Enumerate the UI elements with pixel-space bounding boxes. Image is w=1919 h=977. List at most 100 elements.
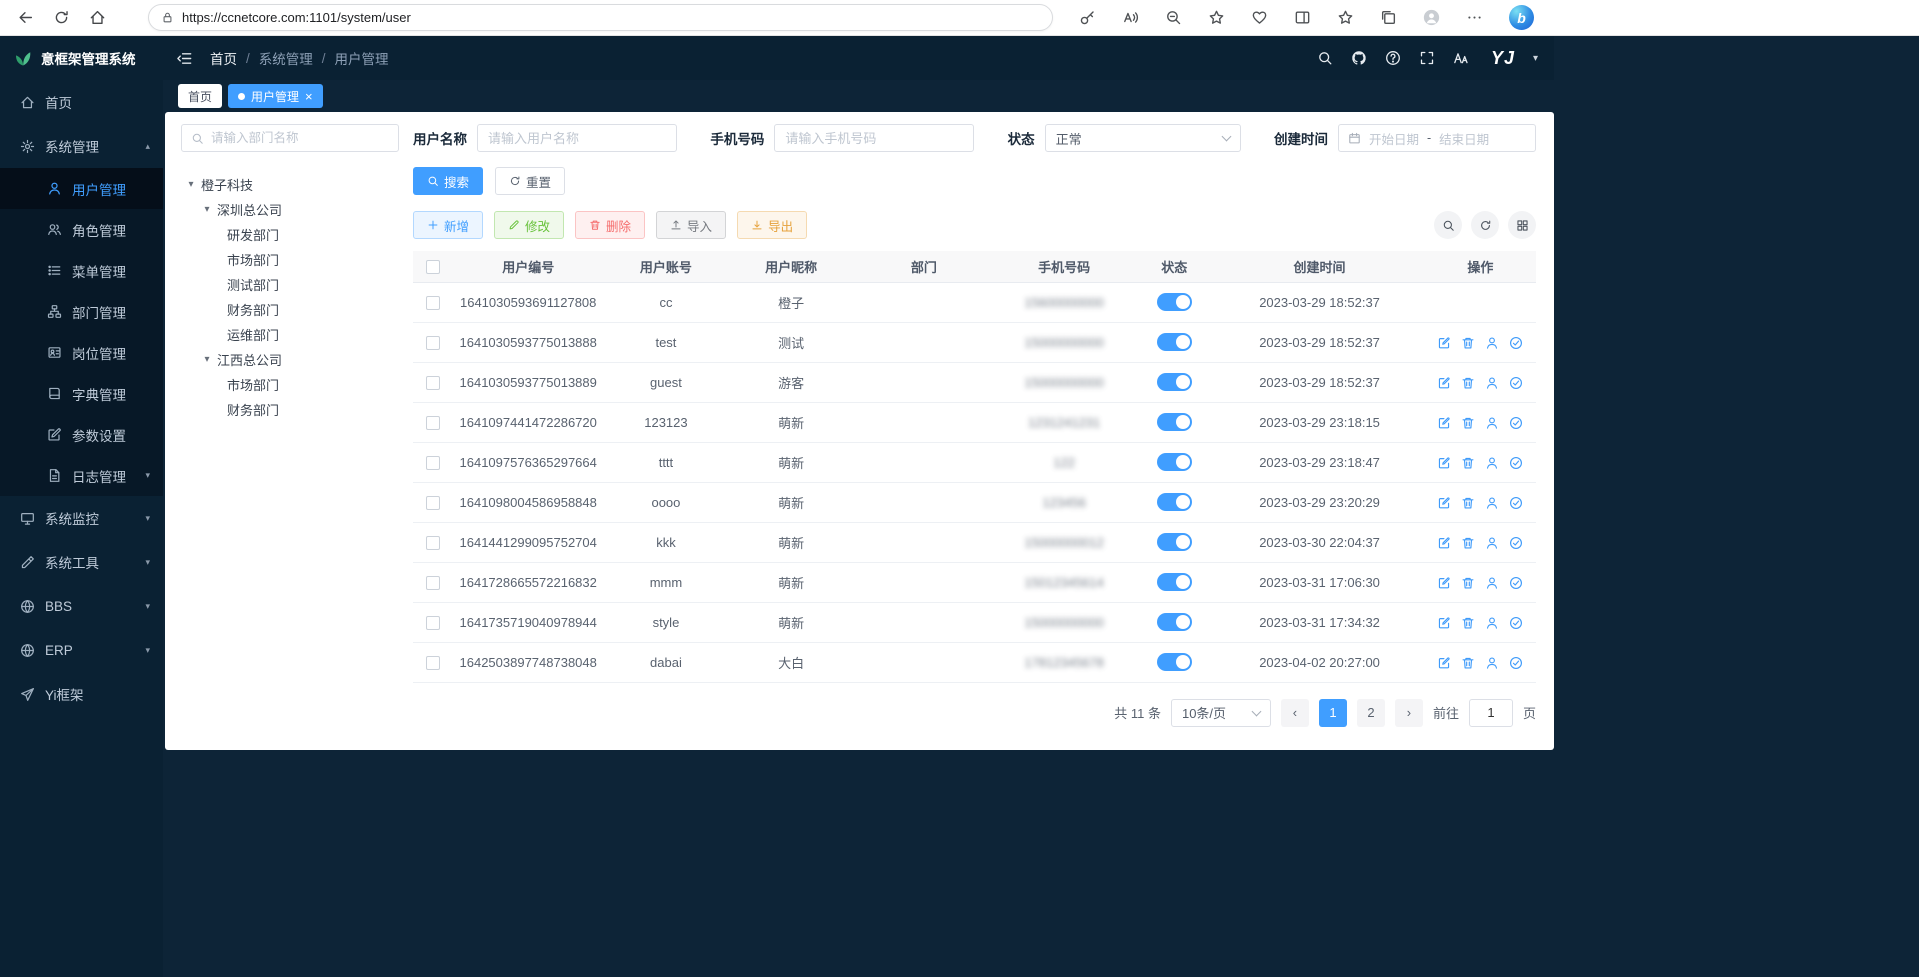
row-checkbox[interactable]: [426, 376, 440, 390]
assign-role-icon[interactable]: [1509, 616, 1523, 630]
table-row[interactable]: 1641097441472286720123123萌新1231241231202…: [413, 402, 1536, 442]
sidebar-item-erp[interactable]: ERP▾: [0, 628, 163, 672]
delete-button[interactable]: 删除: [575, 211, 645, 239]
phone-input[interactable]: [774, 124, 974, 152]
search-button[interactable]: 搜索: [413, 167, 483, 195]
tree-node[interactable]: 财务部门: [181, 297, 399, 322]
status-toggle[interactable]: [1157, 653, 1192, 671]
goto-page-input[interactable]: [1469, 699, 1513, 727]
sidebar-item-dept[interactable]: 部门管理: [0, 291, 163, 332]
back-button[interactable]: [10, 3, 40, 33]
assign-role-icon[interactable]: [1509, 576, 1523, 590]
address-bar[interactable]: https://ccnetcore.com:1101/system/user: [148, 4, 1053, 31]
sidebar-item-log[interactable]: 日志管理▾: [0, 455, 163, 496]
status-toggle[interactable]: [1157, 413, 1192, 431]
edit-icon[interactable]: [1437, 656, 1451, 670]
reset-password-icon[interactable]: [1485, 456, 1499, 470]
status-toggle[interactable]: [1157, 293, 1192, 311]
sidebar-item-post[interactable]: 岗位管理: [0, 332, 163, 373]
refresh-table-button[interactable]: [1471, 211, 1499, 239]
delete-icon[interactable]: [1461, 576, 1475, 590]
github-icon[interactable]: [1351, 50, 1367, 66]
collections-icon[interactable]: [1380, 9, 1397, 26]
next-page-button[interactable]: ›: [1395, 699, 1423, 727]
profile-avatar[interactable]: [1423, 9, 1440, 26]
prev-page-button[interactable]: ‹: [1281, 699, 1309, 727]
row-checkbox[interactable]: [426, 336, 440, 350]
assign-role-icon[interactable]: [1509, 416, 1523, 430]
assign-role-icon[interactable]: [1509, 496, 1523, 510]
fullscreen-icon[interactable]: [1419, 50, 1435, 66]
delete-icon[interactable]: [1461, 616, 1475, 630]
edit-icon[interactable]: [1437, 616, 1451, 630]
status-toggle[interactable]: [1157, 533, 1192, 551]
tab-user-management[interactable]: 用户管理 ×: [228, 84, 323, 108]
sidebar-item-home[interactable]: 首页: [0, 80, 163, 124]
row-checkbox[interactable]: [426, 536, 440, 550]
row-checkbox[interactable]: [426, 576, 440, 590]
tree-node[interactable]: 市场部门: [181, 247, 399, 272]
delete-icon[interactable]: [1461, 536, 1475, 550]
favorites-icon[interactable]: [1337, 9, 1354, 26]
browser-essentials-icon[interactable]: [1251, 9, 1268, 26]
table-row[interactable]: 1641030593775013888test测试150000000002023…: [413, 322, 1536, 362]
row-checkbox[interactable]: [426, 296, 440, 310]
reset-password-icon[interactable]: [1485, 416, 1499, 430]
reload-button[interactable]: [46, 3, 76, 33]
sidebar-item-dict[interactable]: 字典管理: [0, 373, 163, 414]
caret-down-icon[interactable]: ▾: [201, 354, 213, 365]
reset-password-icon[interactable]: [1485, 376, 1499, 390]
column-settings-button[interactable]: [1508, 211, 1536, 239]
tree-node[interactable]: 财务部门: [181, 397, 399, 422]
browser-home-button[interactable]: [82, 3, 112, 33]
delete-icon[interactable]: [1461, 376, 1475, 390]
font-size-icon[interactable]: [1453, 50, 1469, 66]
tree-node[interactable]: ▾深圳总公司: [181, 197, 399, 222]
edit-icon[interactable]: [1437, 416, 1451, 430]
table-row[interactable]: 1641735719040978944style萌新15000000000202…: [413, 602, 1536, 642]
row-checkbox[interactable]: [426, 616, 440, 630]
edit-icon[interactable]: [1437, 576, 1451, 590]
caret-down-icon[interactable]: ▾: [201, 204, 213, 215]
reset-password-icon[interactable]: [1485, 656, 1499, 670]
row-checkbox[interactable]: [426, 496, 440, 510]
add-button[interactable]: 新增: [413, 211, 483, 239]
sidebar-toggle-icon[interactable]: [176, 50, 193, 67]
help-icon[interactable]: [1385, 50, 1401, 66]
page-button-1[interactable]: 1: [1319, 699, 1347, 727]
sidebar-item-system[interactable]: 系统管理▴: [0, 124, 163, 168]
breadcrumb-item-system[interactable]: 系统管理: [259, 48, 313, 68]
sidebar-item-bbs[interactable]: BBS▾: [0, 584, 163, 628]
close-icon[interactable]: ×: [305, 90, 313, 103]
split-screen-icon[interactable]: [1294, 9, 1311, 26]
sidebar-item-param[interactable]: 参数设置: [0, 414, 163, 455]
sidebar-item-yi[interactable]: Yi框架: [0, 672, 163, 716]
status-toggle[interactable]: [1157, 613, 1192, 631]
import-button[interactable]: 导入: [656, 211, 726, 239]
tab-home[interactable]: 首页: [178, 84, 222, 108]
tree-node[interactable]: 研发部门: [181, 222, 399, 247]
sidebar-item-user[interactable]: 用户管理: [0, 168, 163, 209]
reset-button[interactable]: 重置: [495, 167, 565, 195]
table-row[interactable]: 1641030593691127808cc橙子156000000002023-0…: [413, 282, 1536, 322]
reset-password-icon[interactable]: [1485, 496, 1499, 510]
export-button[interactable]: 导出: [737, 211, 807, 239]
date-range-picker[interactable]: 开始日期 - 结束日期: [1338, 124, 1536, 152]
reset-password-icon[interactable]: [1485, 616, 1499, 630]
modify-button[interactable]: 修改: [494, 211, 564, 239]
status-toggle[interactable]: [1157, 453, 1192, 471]
tree-node[interactable]: 运维部门: [181, 322, 399, 347]
table-row[interactable]: 1641441299095752704kkk萌新150000000122023-…: [413, 522, 1536, 562]
delete-icon[interactable]: [1461, 336, 1475, 350]
delete-icon[interactable]: [1461, 496, 1475, 510]
app-logo[interactable]: 意框架管理系统: [0, 36, 163, 80]
row-checkbox[interactable]: [426, 456, 440, 470]
table-row[interactable]: 1641030593775013889guest游客15000000000202…: [413, 362, 1536, 402]
table-row[interactable]: 1641098004586958848oooo萌新1234562023-03-2…: [413, 482, 1536, 522]
delete-icon[interactable]: [1461, 656, 1475, 670]
username-input[interactable]: [477, 124, 677, 152]
copilot-icon[interactable]: b: [1509, 5, 1534, 30]
user-logo[interactable]: YJ: [1491, 48, 1515, 69]
assign-role-icon[interactable]: [1509, 456, 1523, 470]
page-size-select[interactable]: 10条/页: [1171, 699, 1271, 727]
